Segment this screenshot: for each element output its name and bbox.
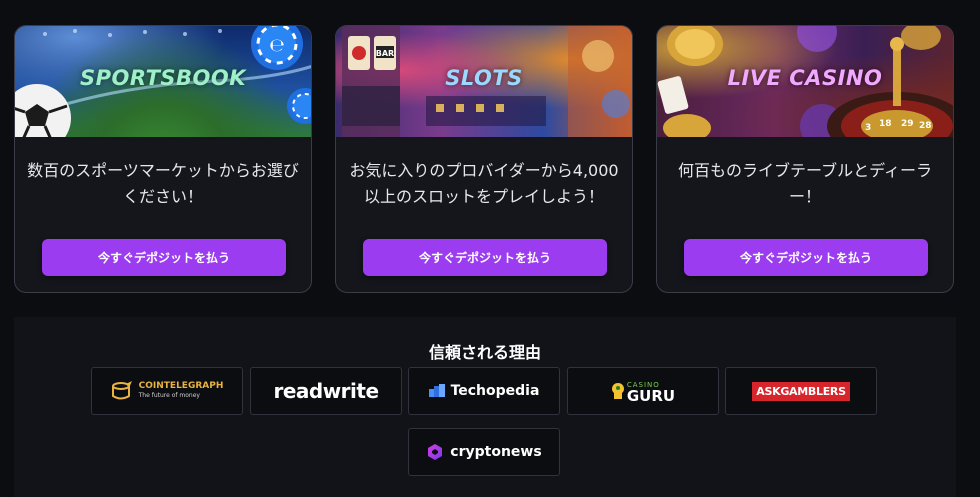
svg-text:18: 18 — [879, 119, 892, 129]
slots-title: SLOTS — [445, 66, 523, 90]
card-live-casino: 3 18 29 28 LIVE CASINO 何百ものライブテーブルとディーラー！ 今… — [656, 25, 954, 293]
partner-techopedia[interactable]: Techopedia — [408, 367, 560, 415]
cryptonews-logo-icon — [428, 444, 443, 460]
sportsbook-banner: ℮ SPORTSBOOK — [15, 26, 311, 137]
sportsbook-deposit-button[interactable]: 今すぐデポジットを払う — [42, 239, 286, 276]
sportsbook-title: SPORTSBOOK — [79, 66, 247, 90]
casino-guru-name: GURU — [626, 387, 676, 405]
trust-section: 信頼される理由 COINTELEGRAPH The future of mone… — [14, 317, 956, 497]
partner-casino-guru[interactable]: CASINO GURU — [567, 367, 719, 415]
cryptonews-name: cryptonews — [450, 444, 542, 460]
cointelegraph-logo-icon — [111, 381, 132, 400]
trust-title: 信頼される理由 — [428, 343, 541, 362]
partner-cointelegraph[interactable]: COINTELEGRAPH The future of money — [91, 367, 243, 415]
techopedia-name: Techopedia — [450, 383, 540, 399]
svg-text:℮: ℮ — [269, 35, 284, 56]
svg-text:BAR: BAR — [376, 49, 394, 58]
cointelegraph-tagline: The future of money — [138, 392, 200, 399]
partner-cryptonews[interactable]: cryptonews — [408, 428, 560, 476]
slots-description: お気に入りのプロバイダーから4,000以上のスロットをプレイしよう！ — [349, 161, 619, 206]
readwrite-logo-icon: readwrite — [273, 379, 379, 403]
partner-askgamblers[interactable]: ASKGAMBLERS — [725, 367, 877, 415]
svg-text:3: 3 — [865, 123, 871, 133]
askgamblers-logo-icon: ASKGAMBLERS — [752, 381, 850, 401]
promo-cards: ℮ SPORTSBOOK 数百のスポーツマーケットからお選びください！ 今すぐデ… — [14, 25, 964, 295]
live-casino-banner: 3 18 29 28 LIVE CASINO — [657, 26, 953, 137]
casino-guru-logo-icon — [611, 383, 624, 399]
live-casino-deposit-button[interactable]: 今すぐデポジットを払う — [684, 239, 928, 276]
slots-banner: BAR SLOTS — [336, 26, 632, 137]
cointelegraph-name: COINTELEGRAPH — [138, 381, 224, 391]
techopedia-logo-icon — [428, 384, 445, 397]
partner-readwrite[interactable]: readwrite — [250, 367, 402, 415]
live-casino-description: 何百ものライブテーブルとディーラー！ — [678, 161, 932, 206]
card-sportsbook: ℮ SPORTSBOOK 数百のスポーツマーケットからお選びください！ 今すぐデ… — [14, 25, 312, 293]
slots-deposit-button[interactable]: 今すぐデポジットを払う — [363, 239, 607, 276]
svg-text:28: 28 — [919, 121, 932, 131]
live-casino-title: LIVE CASINO — [727, 66, 883, 90]
svg-text:29: 29 — [901, 119, 914, 129]
card-slots: BAR SLOTS お気に入りのプロバイダーから4,000以上のスロットをプレイ… — [335, 25, 633, 293]
sportsbook-description: 数百のスポーツマーケットからお選びください！ — [27, 161, 299, 206]
